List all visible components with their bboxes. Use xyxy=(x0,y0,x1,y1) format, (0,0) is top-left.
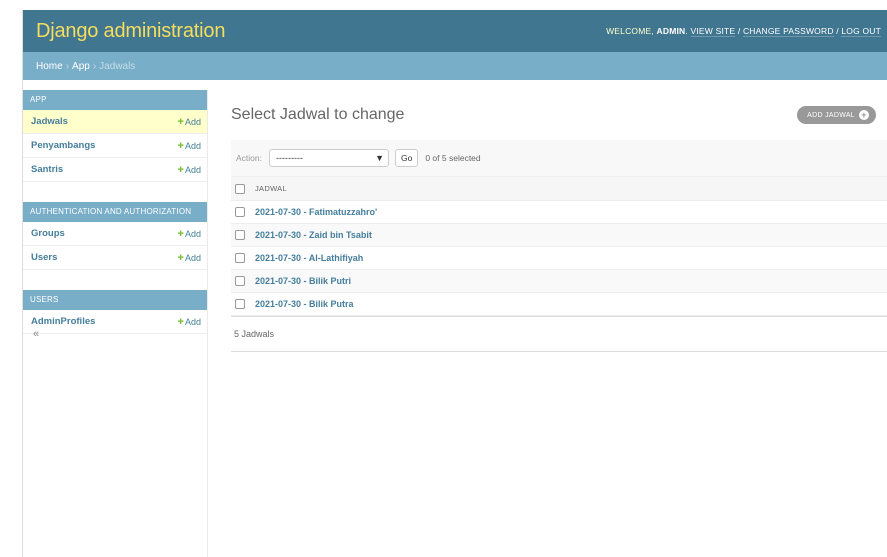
plus-icon: + xyxy=(177,115,184,128)
sidebar-item-santris: Santris +Add xyxy=(23,158,207,182)
row-checkbox-cell xyxy=(231,223,255,247)
model-link-groups[interactable]: Groups xyxy=(31,228,65,239)
sidebar-item-groups: Groups +Add xyxy=(23,222,207,246)
admin-page: Django administration WELCOME, ADMIN. VI… xyxy=(22,10,887,557)
add-jadwal-link[interactable]: +Add xyxy=(178,116,201,128)
go-button[interactable]: Go xyxy=(395,149,419,167)
main-content: Select Jadwal to change ADD JADWAL + Act… xyxy=(231,90,887,352)
breadcrumb: Home › App › Jadwals xyxy=(23,52,887,80)
select-all-cell xyxy=(231,176,255,201)
model-link-santris[interactable]: Santris xyxy=(31,164,63,175)
row-checkbox-cell xyxy=(231,269,255,293)
add-label: Add xyxy=(184,164,201,175)
module-caption[interactable]: USERS xyxy=(23,290,207,310)
action-selected-value: --------- xyxy=(276,153,303,163)
breadcrumb-separator: › xyxy=(92,60,97,72)
add-adminprofile-link[interactable]: +Add xyxy=(178,316,201,328)
row-checkbox[interactable] xyxy=(235,253,245,264)
row-checkbox[interactable] xyxy=(235,230,245,241)
add-santri-link[interactable]: +Add xyxy=(178,164,201,176)
row-link[interactable]: 2021-07-30 - Bilik Putri xyxy=(255,276,351,286)
separator: / xyxy=(737,26,741,36)
breadcrumb-home[interactable]: Home xyxy=(36,61,63,72)
row-cell: 2021-07-30 - Al-Lathifiyah xyxy=(255,246,887,270)
module-app: APP Jadwals +Add Penyambangs +Add Santri… xyxy=(23,90,207,182)
model-link-jadwals[interactable]: Jadwals xyxy=(31,116,68,127)
plus-icon: + xyxy=(177,139,184,152)
module-caption[interactable]: APP xyxy=(23,90,207,110)
model-link-penyambangs[interactable]: Penyambangs xyxy=(31,140,95,151)
add-button-label: ADD JADWAL xyxy=(807,111,855,119)
row-checkbox-cell xyxy=(231,292,255,316)
add-label: Add xyxy=(184,228,201,239)
row-checkbox[interactable] xyxy=(235,299,245,310)
plus-icon: + xyxy=(177,315,184,328)
page-title: Select Jadwal to change xyxy=(231,106,405,123)
nav-sidebar: APP Jadwals +Add Penyambangs +Add Santri… xyxy=(23,90,208,557)
plus-icon: + xyxy=(177,227,184,240)
header: Django administration WELCOME, ADMIN. VI… xyxy=(23,10,887,52)
module-caption[interactable]: AUTHENTICATION AND AUTHORIZATION xyxy=(23,202,207,222)
table-row: 2021-07-30 - Al-Lathifiyah xyxy=(231,246,887,270)
module-auth: AUTHENTICATION AND AUTHORIZATION Groups … xyxy=(23,202,207,270)
site-brand[interactable]: Django administration xyxy=(36,20,225,43)
row-link[interactable]: 2021-07-30 - Bilik Putra xyxy=(255,299,354,309)
actions-bar: Action: --------- ▼ Go 0 of 5 selected xyxy=(231,140,887,176)
result-list: JADWAL 2021-07-30 - Fatimatuzzahro' 2021… xyxy=(231,176,887,316)
row-checkbox-cell xyxy=(231,200,255,224)
toggle-nav-sidebar-icon[interactable]: « xyxy=(33,328,39,340)
user-tools: WELCOME, ADMIN. VIEW SITE / CHANGE PASSW… xyxy=(606,26,881,37)
breadcrumb-separator: › xyxy=(65,60,70,72)
table-row: 2021-07-30 - Fatimatuzzahro' xyxy=(231,200,887,224)
action-select[interactable]: --------- ▼ xyxy=(269,149,389,167)
add-penyambang-link[interactable]: +Add xyxy=(178,140,201,152)
chevron-down-icon: ▼ xyxy=(375,153,384,163)
row-cell: 2021-07-30 - Bilik Putra xyxy=(255,292,887,316)
module-users: USERS AdminProfiles +Add xyxy=(23,290,207,334)
breadcrumb-current: Jadwals xyxy=(99,60,136,72)
row-cell: 2021-07-30 - Zaid bin Tsabit xyxy=(255,223,887,247)
separator: / xyxy=(836,26,839,36)
row-link[interactable]: 2021-07-30 - Al-Lathifiyah xyxy=(255,253,363,263)
breadcrumb-app[interactable]: App xyxy=(72,61,90,72)
row-cell: 2021-07-30 - Bilik Putri xyxy=(255,269,887,293)
row-checkbox[interactable] xyxy=(235,276,245,287)
add-user-link[interactable]: +Add xyxy=(178,252,201,264)
logout-link[interactable]: LOG OUT xyxy=(841,26,881,37)
add-label: Add xyxy=(184,116,201,127)
welcome-text: WELCOME, xyxy=(606,26,654,36)
action-label: Action: xyxy=(236,153,262,163)
column-header-jadwal[interactable]: JADWAL xyxy=(255,176,887,201)
add-label: Add xyxy=(184,316,201,327)
row-link[interactable]: 2021-07-30 - Fatimatuzzahro' xyxy=(255,207,377,217)
change-password-link[interactable]: CHANGE PASSWORD xyxy=(742,26,834,37)
sidebar-item-jadwals: Jadwals +Add xyxy=(23,110,207,134)
model-link-adminprofiles[interactable]: AdminProfiles xyxy=(31,316,95,327)
plus-circle-icon: + xyxy=(859,110,869,120)
sidebar-item-penyambangs: Penyambangs +Add xyxy=(23,134,207,158)
row-checkbox-cell xyxy=(231,246,255,270)
sidebar-item-adminprofiles: AdminProfiles +Add xyxy=(23,310,207,334)
plus-icon: + xyxy=(177,251,184,264)
add-group-link[interactable]: +Add xyxy=(178,228,201,240)
plus-icon: + xyxy=(177,163,184,176)
username: ADMIN xyxy=(656,26,686,36)
add-jadwal-button[interactable]: ADD JADWAL + xyxy=(797,106,876,124)
model-link-users[interactable]: Users xyxy=(31,252,57,263)
table-row: 2021-07-30 - Zaid bin Tsabit xyxy=(231,223,887,247)
selection-count: 0 of 5 selected xyxy=(425,153,481,163)
view-site-link[interactable]: VIEW SITE xyxy=(690,26,736,37)
table-header-row: JADWAL xyxy=(231,176,887,201)
sidebar-item-users: Users +Add xyxy=(23,246,207,270)
select-all-checkbox[interactable] xyxy=(235,183,245,194)
row-link[interactable]: 2021-07-30 - Zaid bin Tsabit xyxy=(255,230,372,240)
table-row: 2021-07-30 - Bilik Putra xyxy=(231,292,887,316)
add-label: Add xyxy=(184,252,201,263)
row-cell: 2021-07-30 - Fatimatuzzahro' xyxy=(255,200,887,224)
paginator: 5 Jadwals xyxy=(231,316,887,352)
title-row: Select Jadwal to change ADD JADWAL + xyxy=(231,90,887,140)
add-label: Add xyxy=(184,140,201,151)
row-checkbox[interactable] xyxy=(235,207,245,218)
table-row: 2021-07-30 - Bilik Putri xyxy=(231,269,887,293)
